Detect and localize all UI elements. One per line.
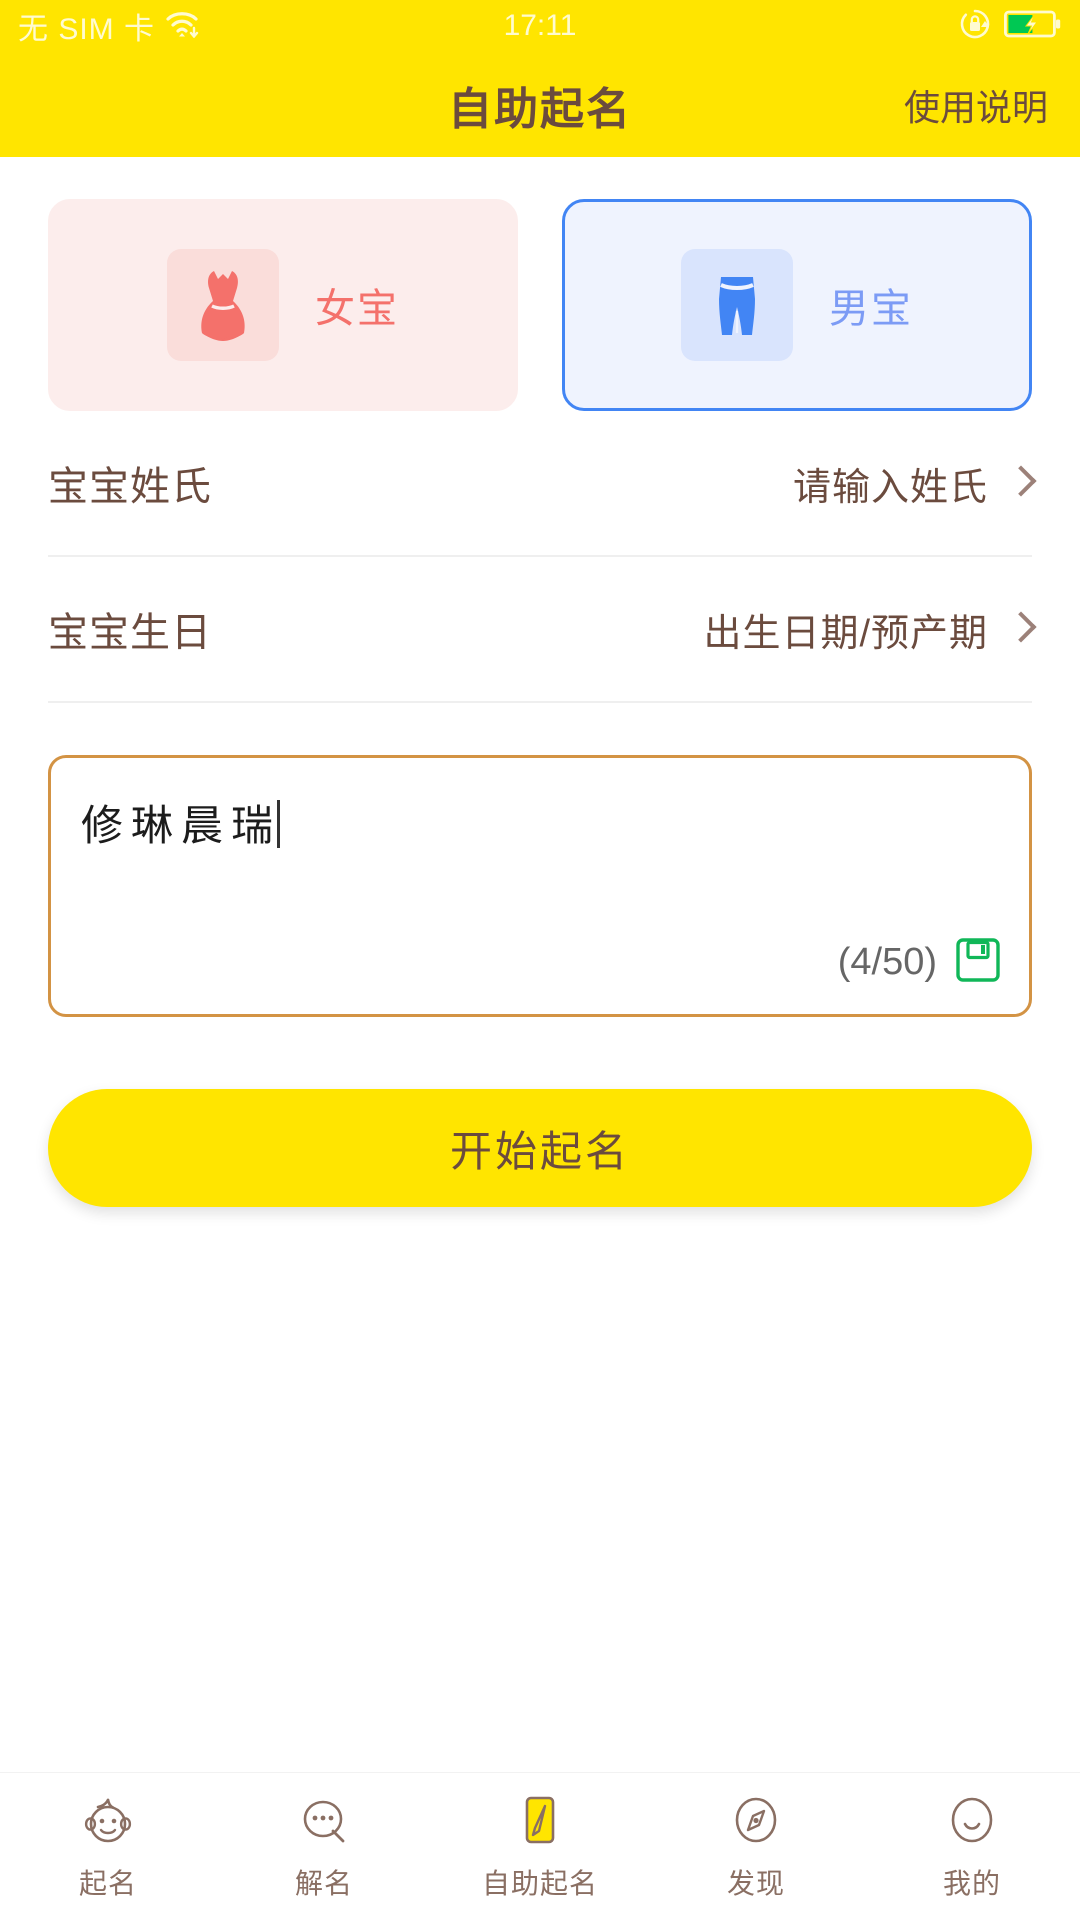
start-naming-label: 开始起名	[449, 1127, 630, 1175]
gender-label-female: 女宝	[315, 287, 399, 331]
battery-charging-icon	[1003, 9, 1062, 44]
baby-face-icon	[79, 1792, 137, 1850]
name-characters-textarea[interactable]: 修琳晨瑞 (4/50)	[48, 755, 1032, 1017]
tab-discover[interactable]: 发现	[648, 1792, 864, 1902]
app-header: 自助起名 使用说明	[0, 52, 1080, 157]
wifi-icon	[165, 10, 199, 43]
save-floppy-icon[interactable]	[955, 937, 1001, 988]
textarea-footer: (4/50)	[838, 937, 1001, 988]
tab-self-naming[interactable]: 自助起名	[432, 1792, 648, 1902]
dress-icon	[167, 249, 279, 361]
birthday-value-group: 出生日期/预产期	[703, 602, 1037, 657]
tab-label-profile: 我的	[942, 1867, 1001, 1899]
surname-value: 请输入姓氏	[792, 466, 988, 509]
form-row-surname[interactable]: 宝宝姓氏 请输入姓氏	[48, 411, 1037, 557]
gender-selector: 女宝 男宝	[0, 157, 1080, 411]
rotation-lock-icon	[958, 7, 992, 46]
textarea-value: 修琳晨瑞	[81, 802, 282, 849]
chevron-right-icon	[1005, 611, 1037, 643]
tab-label-name-analysis: 解名	[294, 1867, 353, 1899]
status-bar-right	[958, 7, 1062, 46]
form-area: 宝宝姓氏 请输入姓氏 宝宝生日 出生日期/预产期	[0, 411, 1080, 703]
tab-label-naming: 起名	[78, 1867, 137, 1899]
pencil-icon	[511, 1792, 569, 1850]
compass-icon	[727, 1792, 785, 1850]
chevron-right-icon	[1005, 465, 1037, 497]
start-naming-button[interactable]: 开始起名	[48, 1089, 1032, 1207]
tab-label-discover: 发现	[726, 1867, 785, 1899]
surname-value-group: 请输入姓氏	[792, 456, 1037, 511]
character-counter: (4/50)	[837, 941, 937, 983]
tab-profile[interactable]: 我的	[864, 1792, 1080, 1902]
status-bar: 无 SIM 卡 17:11	[0, 0, 1080, 52]
surname-label: 宝宝姓氏	[48, 465, 212, 509]
gender-label-male: 男宝	[829, 287, 913, 331]
form-row-birthday[interactable]: 宝宝生日 出生日期/预产期	[48, 557, 1037, 703]
birthday-label: 宝宝生日	[48, 611, 212, 655]
carrier-label: 无 SIM 卡	[18, 13, 156, 46]
birthday-value: 出生日期/预产期	[703, 612, 988, 655]
status-bar-left: 无 SIM 卡	[18, 4, 199, 48]
smiley-icon	[943, 1792, 1001, 1850]
gender-option-female[interactable]: 女宝	[48, 199, 518, 411]
gender-option-male[interactable]: 男宝	[562, 199, 1032, 411]
chat-bubble-icon	[295, 1792, 353, 1850]
bottom-navigation: 起名 解名 自助起名 发现 我的	[0, 1772, 1080, 1920]
tab-label-self-naming: 自助起名	[481, 1867, 598, 1899]
instructions-link[interactable]: 使用说明	[904, 79, 1048, 131]
tab-naming[interactable]: 起名	[0, 1792, 216, 1902]
tab-name-analysis[interactable]: 解名	[216, 1792, 432, 1902]
shorts-icon	[681, 249, 793, 361]
